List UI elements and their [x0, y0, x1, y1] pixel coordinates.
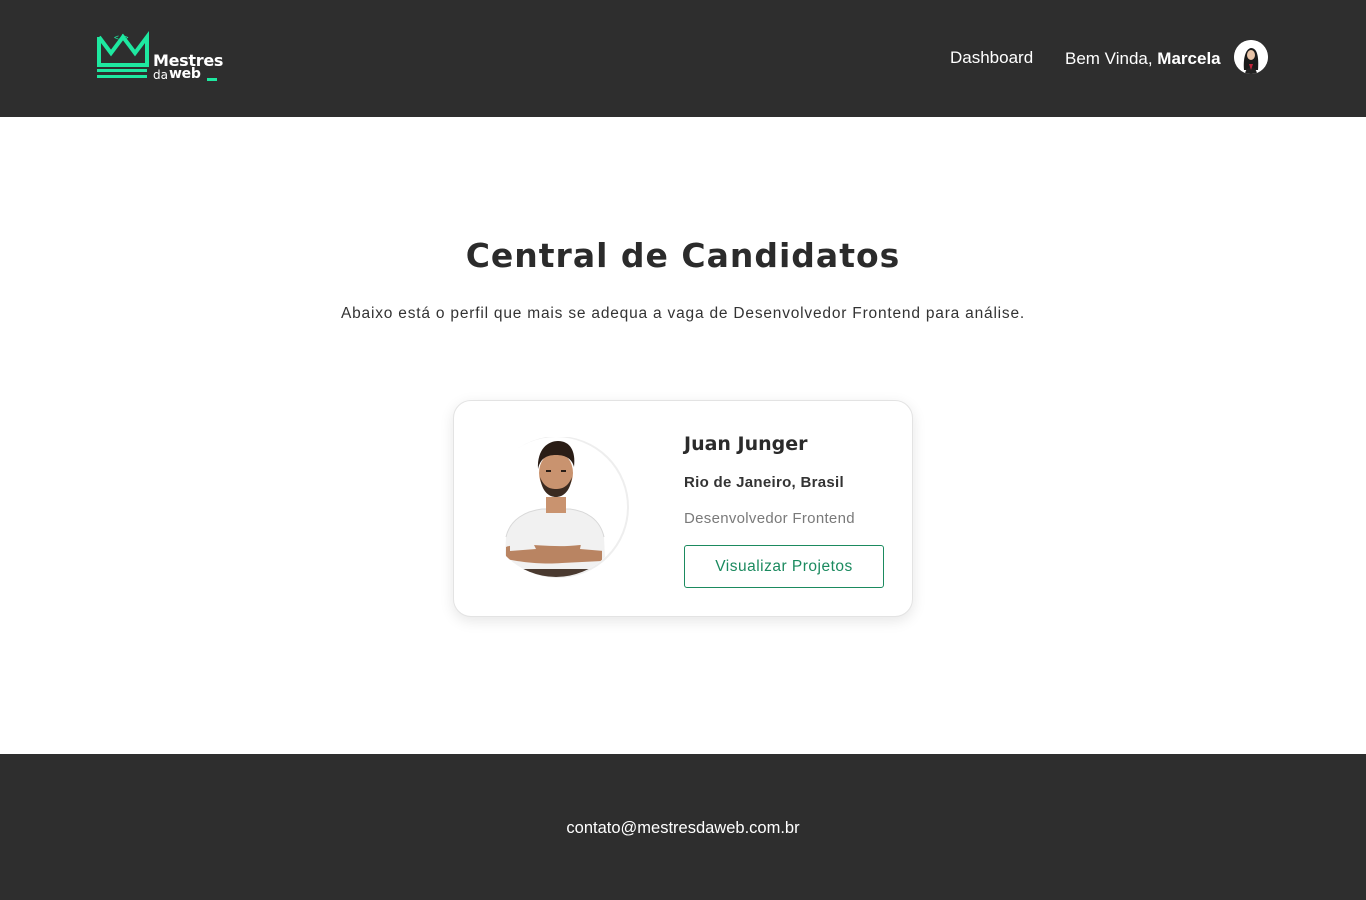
page-title: Central de Candidatos — [465, 236, 901, 275]
candidate-name: Juan Junger — [684, 433, 808, 455]
top-header: </> Mestres da web Dashboard Bem Vinda, … — [0, 0, 1366, 117]
page-subtitle: Abaixo está o perfil que mais se adequa … — [340, 305, 1026, 322]
user-avatar-icon — [1234, 40, 1268, 74]
page-footer: contato@mestresdaweb.com.br — [0, 754, 1366, 900]
contact-email-link[interactable]: contato@mestresdaweb.com.br — [0, 819, 1366, 838]
candidate-location: Rio de Janeiro, Brasil — [684, 474, 844, 491]
user-name: Marcela — [1157, 49, 1221, 68]
svg-text:</>: </> — [114, 33, 129, 42]
user-avatar[interactable] — [1234, 40, 1268, 74]
candidate-role: Desenvolvedor Frontend — [684, 510, 855, 527]
logo-cursor-bar — [207, 78, 217, 81]
candidate-card: Juan Junger Rio de Janeiro, Brasil Desen… — [453, 400, 913, 617]
logo-text-web: web — [169, 66, 201, 82]
welcome-prefix: Bem Vinda, — [1065, 49, 1158, 68]
candidate-photo-image — [486, 436, 629, 578]
welcome-message: Bem Vinda, Marcela — [1065, 49, 1221, 69]
candidate-photo — [486, 436, 630, 579]
crown-code-icon: </> — [97, 31, 149, 78]
brand-logo[interactable]: </> Mestres da web — [97, 31, 227, 85]
logo-text-da: da — [153, 68, 168, 82]
view-projects-button[interactable]: Visualizar Projetos — [684, 545, 884, 588]
nav-dashboard-link[interactable]: Dashboard — [950, 48, 1033, 68]
